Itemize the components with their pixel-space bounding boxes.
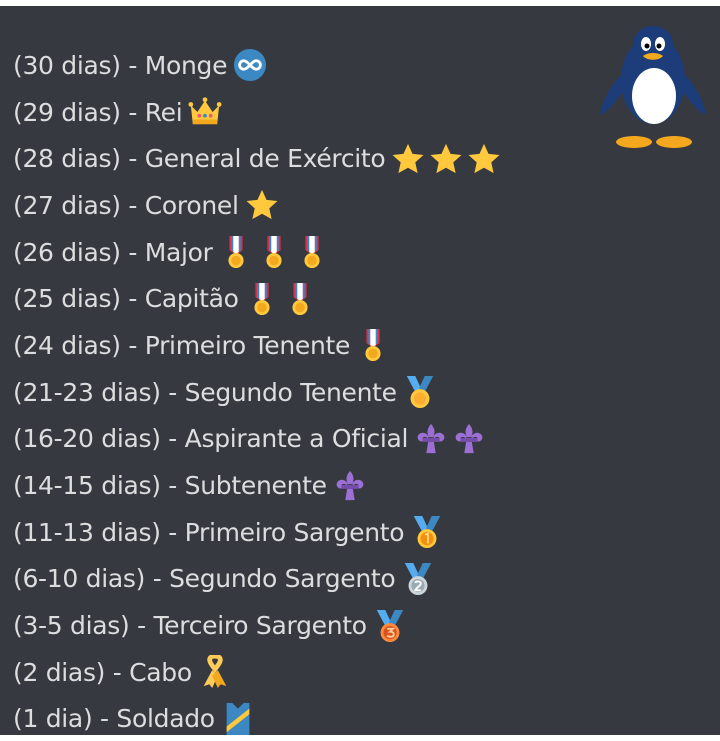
rank-label: (25 dias) - Capitão (13, 284, 239, 314)
rank-row: (29 dias) - Rei (13, 89, 501, 136)
rank-label: (27 dias) - Coronel (13, 190, 239, 220)
second-place-medal-icon (401, 562, 435, 596)
rank-label: (29 dias) - Rei (13, 97, 183, 127)
rank-label: (6-10 dias) - Segundo Sargento (13, 564, 396, 594)
rank-label: (2 dias) - Cabo (13, 657, 192, 687)
rank-label: (14-15 dias) - Subtenente (13, 471, 327, 501)
first-place-medal-icon (410, 515, 444, 549)
rank-row: (14-15 dias) - Subtenente (13, 462, 501, 509)
rank-row: (21-23 dias) - Segundo Tenente (13, 369, 501, 416)
rank-label: (11-13 dias) - Primeiro Sargento (13, 517, 405, 547)
rank-row: (1 dia) - Soldado (13, 696, 501, 735)
rank-label: (1 dia) - Soldado (13, 704, 215, 734)
rank-label: (24 dias) - Primeiro Tenente (13, 330, 351, 360)
military-medal-icon (257, 235, 291, 269)
rank-row: (27 dias) - Coronel (13, 182, 501, 229)
rank-row: (26 dias) - Major (13, 229, 501, 276)
chat-panel: (30 dias) - Monge (29 dias) - Rei (28 di… (0, 6, 720, 735)
rank-row: (30 dias) - Monge (13, 42, 501, 89)
rank-row: (3-5 dias) - Terceiro Sargento (13, 602, 501, 649)
rank-label: (26 dias) - Major (13, 237, 213, 267)
rank-label: (30 dias) - Monge (13, 50, 228, 80)
star-icon (245, 188, 279, 222)
rank-label: (3-5 dias) - Terceiro Sargento (13, 611, 367, 641)
fleur-de-lis-icon (414, 422, 448, 456)
rank-row: (6-10 dias) - Segundo Sargento (13, 556, 501, 603)
fleur-de-lis-icon (452, 422, 486, 456)
rank-row: (16-20 dias) - Aspirante a Oficial (13, 416, 501, 463)
star-icon (429, 142, 463, 176)
fleur-de-lis-icon (333, 469, 367, 503)
sash-icon (221, 702, 255, 735)
star-icon (467, 142, 501, 176)
military-medal-icon (356, 328, 390, 362)
ribbon-icon (198, 655, 232, 689)
rank-label: (16-20 dias) - Aspirante a Oficial (13, 424, 409, 454)
rank-row: (11-13 dias) - Primeiro Sargento (13, 509, 501, 556)
rank-list: (30 dias) - Monge (29 dias) - Rei (28 di… (13, 42, 501, 735)
military-medal-icon (283, 282, 317, 316)
rank-row: (24 dias) - Primeiro Tenente (13, 322, 501, 369)
penguin-avatar (594, 24, 712, 148)
rank-row: (25 dias) - Capitão (13, 275, 501, 322)
rank-label: (28 dias) - General de Exército (13, 144, 386, 174)
military-medal-icon (295, 235, 329, 269)
star-icon (391, 142, 425, 176)
military-medal-icon (245, 282, 279, 316)
infinity-icon (233, 48, 267, 82)
rank-row: (28 dias) - General de Exército (13, 135, 501, 182)
crown-icon (188, 95, 222, 129)
rank-label: (21-23 dias) - Segundo Tenente (13, 377, 397, 407)
military-medal-icon (219, 235, 253, 269)
sports-medal-icon (403, 375, 437, 409)
third-place-medal-icon (373, 609, 407, 643)
rank-row: (2 dias) - Cabo (13, 649, 501, 696)
